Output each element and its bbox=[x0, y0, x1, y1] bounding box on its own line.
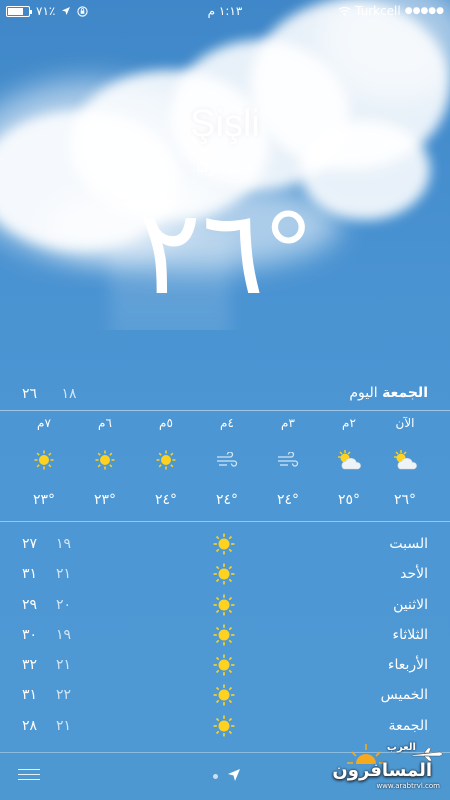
hour-label: ٥م bbox=[159, 416, 173, 430]
day-low: ٢١ bbox=[56, 717, 72, 734]
day-name: الخميس bbox=[380, 687, 428, 704]
sun-icon bbox=[74, 442, 136, 478]
hour-temp: ٢٣° bbox=[32, 492, 56, 508]
today-label: الجمعة اليوم bbox=[349, 385, 428, 401]
day-name: السبت bbox=[389, 536, 428, 552]
day-high: ٢٩ bbox=[22, 596, 38, 613]
sun-icon bbox=[213, 624, 235, 650]
hour-label: الآن bbox=[395, 416, 415, 430]
today-word: اليوم bbox=[349, 385, 378, 401]
hour-label: ٤م bbox=[220, 416, 234, 430]
hourly-forecast[interactable]: الآن ٢٦° ٢م ٢٥° ٣م ٢٤° ٤م ٢٤° ٥م ٢٤° ٦م bbox=[0, 416, 450, 516]
city-name: Şişli bbox=[190, 103, 260, 145]
hour-label: ٣م bbox=[281, 416, 295, 430]
hourly-item: الآن ٢٦° bbox=[374, 416, 436, 508]
hour-label: ٧م bbox=[37, 416, 51, 430]
partly-cloudy-icon bbox=[374, 442, 436, 478]
sun-icon bbox=[213, 533, 235, 559]
location-arrow-icon[interactable] bbox=[227, 768, 241, 782]
day-low: ٢١ bbox=[56, 566, 72, 583]
day-name: الأحد bbox=[400, 566, 428, 583]
hour-temp: ٢٣° bbox=[93, 492, 117, 508]
hour-temp: ٢٤° bbox=[276, 492, 300, 508]
hour-label: ٦م bbox=[98, 416, 112, 430]
hour-temp: ٢٤° bbox=[215, 492, 239, 508]
divider bbox=[0, 410, 450, 411]
hourly-item: ٦م ٢٣° bbox=[74, 416, 136, 508]
day-low: ٢٢ bbox=[56, 687, 72, 704]
sun-icon bbox=[213, 684, 235, 710]
status-bar: ٧١٪ ١:١٣ م Turkcell ●●●●● bbox=[0, 0, 450, 22]
day-high: ٢٨ bbox=[22, 717, 38, 734]
day-name: الأربعاء bbox=[387, 657, 428, 674]
list-item: السبت ٢٧ ١٩ bbox=[0, 532, 450, 562]
hourly-item: ٥م ٢٤° bbox=[135, 416, 197, 508]
day-name: الثلاثاء bbox=[392, 626, 428, 643]
list-item: الاثنين ٢٩ ٢٠ bbox=[0, 593, 450, 623]
sun-icon bbox=[213, 594, 235, 620]
day-high: ٣١ bbox=[22, 687, 38, 704]
hour-label: ٢م bbox=[342, 416, 356, 430]
today-low: ١٨ bbox=[61, 386, 77, 402]
wind-icon bbox=[196, 442, 258, 478]
list-item: الخميس ٣١ ٢٢ bbox=[0, 683, 450, 713]
hourly-item: ٧م ٢٣° bbox=[13, 416, 75, 508]
wind-icon bbox=[257, 442, 319, 478]
list-item: الأحد ٣١ ٢١ bbox=[0, 562, 450, 592]
hour-temp: ٢٥° bbox=[337, 492, 361, 508]
list-item: الثلاثاء ٣٠ ١٩ bbox=[0, 623, 450, 653]
watermark-logo: العرب المسافرون www.arabtrvl.com bbox=[332, 738, 446, 794]
hourly-item: ٤م ٢٤° bbox=[196, 416, 258, 508]
watermark-brand: المسافرون bbox=[332, 760, 432, 781]
sun-icon bbox=[135, 442, 197, 478]
sun-icon bbox=[213, 654, 235, 680]
sun-icon bbox=[13, 442, 75, 478]
divider bbox=[0, 521, 450, 522]
sun-icon bbox=[213, 563, 235, 589]
signal-strength: ●●●●● bbox=[404, 6, 444, 16]
day-high: ٣٢ bbox=[22, 657, 38, 674]
current-condition: غائم جزئيًا bbox=[195, 160, 255, 176]
day-low: ٢١ bbox=[56, 657, 72, 674]
day-name: الجمعة bbox=[388, 717, 428, 734]
hourly-item: ٢م ٢٥° bbox=[318, 416, 380, 508]
today-day-name: الجمعة bbox=[382, 385, 428, 401]
wifi-icon bbox=[338, 6, 351, 16]
day-low: ٢٠ bbox=[56, 596, 72, 613]
watermark-brand-top: العرب bbox=[386, 742, 416, 753]
day-name: الاثنين bbox=[393, 596, 428, 613]
hour-temp: ٢٦° bbox=[393, 492, 417, 508]
list-icon[interactable] bbox=[18, 769, 40, 783]
sun-icon bbox=[213, 715, 235, 741]
current-temperature: ٢٦° bbox=[138, 187, 312, 319]
page-indicator-dot[interactable] bbox=[213, 774, 218, 779]
partly-cloudy-icon bbox=[318, 442, 380, 478]
today-summary: ٢٦ ١٨ الجمعة اليوم bbox=[0, 384, 450, 408]
hourly-item: ٣م ٢٤° bbox=[257, 416, 319, 508]
day-low: ١٩ bbox=[56, 536, 72, 552]
day-low: ١٩ bbox=[56, 626, 72, 643]
hour-temp: ٢٤° bbox=[154, 492, 178, 508]
day-high: ٢٧ bbox=[22, 536, 38, 552]
list-item: الأربعاء ٣٢ ٢١ bbox=[0, 653, 450, 683]
carrier-name: Turkcell bbox=[355, 4, 401, 18]
daily-forecast[interactable]: السبت ٢٧ ١٩ الأحد ٣١ ٢١ الاثنين ٢٩ ٢٠ الثلا… bbox=[0, 532, 450, 744]
day-high: ٣٠ bbox=[22, 626, 38, 643]
today-high: ٢٦ bbox=[22, 386, 38, 402]
watermark-url: www.arabtrvl.com bbox=[376, 782, 440, 790]
day-high: ٣١ bbox=[22, 566, 38, 583]
